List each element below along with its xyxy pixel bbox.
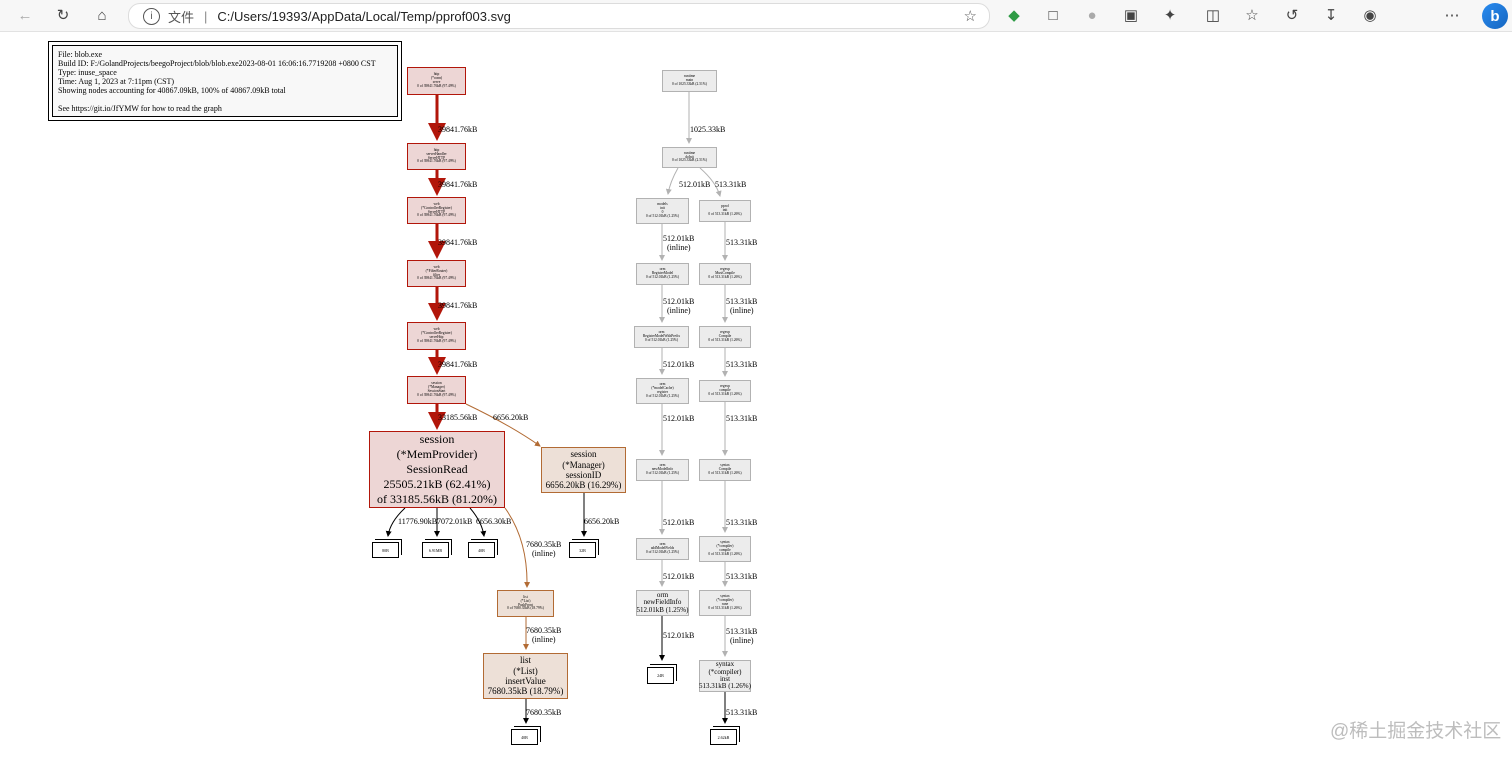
edge-label: 6656.30kB bbox=[476, 517, 512, 526]
node-orm-newmodelinfo: orm newModelInfo 0 of 512.01kB (1.25%) bbox=[636, 459, 689, 481]
edge-label: 39841.76kB bbox=[438, 125, 478, 134]
edge-label: 33185.56kB bbox=[438, 413, 478, 422]
node-runtime-main: runtime main 0 of 1025.33kB (2.51%) bbox=[662, 70, 717, 92]
watermark: @稀土掘金技术社区 bbox=[1330, 721, 1502, 742]
node-session-memprovider-sessionread: session (*MemProvider) SessionRead 25505.21… bbox=[369, 431, 505, 508]
edge-label: 512.01kB bbox=[663, 414, 695, 423]
node-regexp-compile: regexp Compile 0 of 513.31kB (1.26%) bbox=[699, 326, 751, 348]
node-web-filterrouter: web (*FilterRouter) filter 0 of 39841.76kB … bbox=[407, 260, 466, 287]
edge-label: 6656.20kB bbox=[584, 517, 620, 526]
edge-label: 512.01kB bbox=[663, 360, 695, 369]
edge-label: 513.31kB bbox=[726, 297, 758, 306]
edge-doinit-models bbox=[665, 167, 679, 195]
edge-label: 513.31kB bbox=[715, 180, 747, 189]
edge-label: (inline) bbox=[532, 635, 556, 644]
node-syntax-compiler-rune: syntax (*compiler) rune 0 of 513.31kB (1.26… bbox=[699, 590, 751, 616]
edge-label: 11776.90kB bbox=[398, 517, 438, 526]
edge-label: (inline) bbox=[532, 549, 556, 558]
node-web-controller-servehttp: web (*ControllerRegister) ServeHTTP 0 of 39… bbox=[407, 197, 466, 224]
node-regexp-mustcompile: regexp MustCompile 0 of 513.31kB (1.26%) bbox=[699, 263, 751, 285]
edge-label: (inline) bbox=[667, 243, 691, 252]
graph-edges bbox=[385, 92, 728, 724]
edge-label: 513.31kB bbox=[726, 708, 758, 717]
edge-label: 513.31kB bbox=[726, 627, 758, 636]
edge-label: 39841.76kB bbox=[438, 180, 478, 189]
edge-label: 512.01kB bbox=[663, 518, 695, 527]
node-web-controller-servehttp-lower: web (*ControllerRegister) serveHttp 0 of 39… bbox=[407, 322, 466, 350]
edge-label: 39841.76kB bbox=[438, 360, 478, 369]
node-list-pushfront: list (*List) PushFront 0 of 7680.35kB (18.7… bbox=[497, 590, 554, 617]
node-list-insertvalue: list (*List) insertValue 7680.35kB (18.79%) bbox=[483, 653, 568, 699]
alloc-size-box: 32B bbox=[569, 539, 599, 558]
node-http-serverhandler: http serverHandler ServeHTTP 0 of 39841.76k… bbox=[407, 143, 466, 170]
edge-label: 513.31kB bbox=[726, 360, 758, 369]
edge-label: 7680.35kB bbox=[526, 540, 562, 549]
edge-label: (inline) bbox=[730, 306, 754, 315]
alloc-size-box: 80B bbox=[372, 539, 402, 558]
node-syntax-compiler-inst: syntax (*compiler) inst 513.31kB (1.26%) bbox=[699, 660, 751, 692]
node-models-init: models init 0 0 of 512.01kB (1.25%) bbox=[636, 198, 689, 224]
edge-label: 512.01kB bbox=[663, 631, 695, 640]
edge-label: 512.01kB bbox=[679, 180, 711, 189]
node-orm-registermodel: orm RegisterModel 0 of 512.01kB (1.25%) bbox=[636, 263, 689, 285]
edge-label: 1025.33kB bbox=[690, 125, 726, 134]
edge-label: 7072.01kB bbox=[437, 517, 473, 526]
node-orm-newfieldinfo: orm newFieldInfo 512.01kB (1.25%) bbox=[636, 590, 689, 616]
edge-label: 513.31kB bbox=[726, 518, 758, 527]
alloc-size-box: 40B bbox=[468, 539, 498, 558]
edge-label: (inline) bbox=[667, 306, 691, 315]
node-pprof-init: pprof init 0 of 513.31kB (1.26%) bbox=[699, 200, 751, 222]
edge-label: 513.31kB bbox=[726, 572, 758, 581]
alloc-size-box: 2.62kB bbox=[710, 726, 740, 745]
edge-label: 39841.76kB bbox=[438, 238, 478, 247]
node-session-manager-sessionid: session (*Manager) sessionID 6656.20kB (16.… bbox=[541, 447, 626, 493]
edge-label: 513.31kB bbox=[726, 238, 758, 247]
node-regexp-compile-lower: regexp compile 0 of 513.31kB (1.26%) bbox=[699, 380, 751, 402]
node-syntax-compiler-compile: syntax (*compiler) compile 0 of 513.31kB (1… bbox=[699, 536, 751, 562]
node-orm-addmodelfields: orm addModelFields 0 of 512.01kB (1.25%) bbox=[636, 538, 689, 560]
alloc-size-box: 24B bbox=[647, 664, 677, 684]
node-orm-registermodelwithprefix: orm RegisterModelWithPrefix 0 of 512.01kB … bbox=[634, 326, 689, 348]
node-orm-modelcache-register: orm (*modelCache) register 0 of 512.01kB (1… bbox=[636, 378, 689, 404]
node-session-manager-sessionstart: session (*Manager) SessionStart 0 of 39841.… bbox=[407, 376, 466, 404]
node-runtime-doinit: runtime doInit 0 of 1025.33kB (2.51%) bbox=[662, 147, 717, 168]
edge-label: 512.01kB bbox=[663, 572, 695, 581]
edge-label: 7680.35kB bbox=[526, 708, 562, 717]
node-http-conn-serve: http (*conn) serve 0 of 39841.76kB (97.49%) bbox=[407, 67, 466, 95]
edge-label: (inline) bbox=[730, 636, 754, 645]
edge-label: 39841.76kB bbox=[438, 301, 478, 310]
edge-label: 512.01kB bbox=[663, 234, 695, 243]
edge-label: 7680.35kB bbox=[526, 626, 562, 635]
edge-label: 512.01kB bbox=[663, 297, 695, 306]
node-syntax-compile: syntax Compile 0 of 513.31kB (1.26%) bbox=[699, 459, 751, 481]
edge-label: 6656.20kB bbox=[493, 413, 529, 422]
alloc-size-box: 6.91MB bbox=[422, 539, 452, 558]
edge-label: 513.31kB bbox=[726, 414, 758, 423]
alloc-size-box: 40B bbox=[511, 726, 541, 745]
